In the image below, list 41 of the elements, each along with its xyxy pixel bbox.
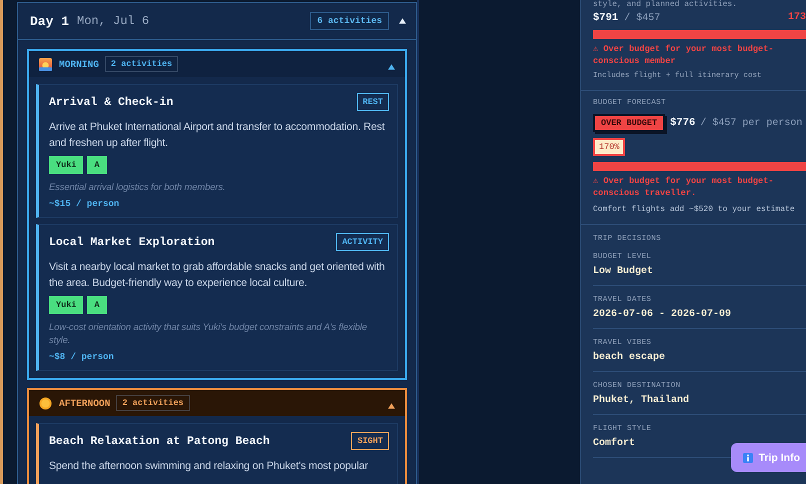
activity-title: Arrival & Check-in bbox=[49, 96, 174, 108]
member-tag: Yuki bbox=[49, 296, 84, 314]
forecast-cost: $776 bbox=[670, 117, 696, 129]
activity-type: SIGHT bbox=[351, 432, 389, 450]
decision-value: 2026-07-06 - 2026-07-09 bbox=[593, 309, 732, 320]
member-tag: A bbox=[87, 156, 107, 174]
period-label: MORNING bbox=[59, 58, 99, 70]
day-date: Mon, Jul 6 bbox=[77, 14, 150, 28]
activity-title: Local Market Exploration bbox=[49, 236, 215, 248]
day-title: Day 1 bbox=[30, 14, 70, 28]
total-cost: $791 bbox=[593, 12, 618, 24]
activity-cost: ~$8 / person bbox=[49, 352, 115, 362]
decision-value: Phuket, Thailand bbox=[593, 395, 690, 406]
activity-note: Essential arrival logistics for both members. bbox=[49, 180, 226, 193]
forecast-note: Comfort flights add ~$520 to your estimate bbox=[593, 205, 796, 214]
activity-count: 2 activities bbox=[104, 56, 178, 72]
intro-text: style, and planned activities. bbox=[593, 0, 738, 9]
forecast-budget: / $457 per person bbox=[700, 118, 802, 128]
activity-type: REST bbox=[356, 93, 389, 111]
status-badge: OVER BUDGET bbox=[593, 114, 666, 132]
budget-amount: / $457 bbox=[624, 13, 660, 24]
member-tag: Yuki bbox=[49, 156, 84, 174]
budget-percent: 173 bbox=[788, 12, 806, 24]
activity-description: Visit a nearby local market to grab affordable snacks and get oriented with the area. Budget-friendly way to experience local culture. bbox=[49, 260, 386, 291]
budget-warning: ⚠ Over budget for your most budget-conscious member bbox=[593, 43, 775, 67]
decision-value: beach escape bbox=[593, 352, 666, 363]
decision-value: Comfort bbox=[593, 438, 636, 449]
activity-note: Low-cost orientation activity that suits Yuki's budget constraints and A's flexible style. bbox=[49, 320, 368, 346]
activity-description: Arrive at Phuket International Airport and transfer to accommodation. Rest and freshen up after flight. bbox=[49, 120, 386, 151]
member-tag: A bbox=[87, 296, 107, 314]
forecast-warning: ⚠ Over budget for your most budget-conscious traveller. bbox=[593, 175, 775, 199]
activity-cost: ~$15 / person bbox=[49, 199, 120, 209]
activity-title: Beach Relaxation at Patong Beach bbox=[49, 434, 270, 448]
period-label: AFTERNOON bbox=[59, 398, 110, 408]
activity-description: Spend the afternoon swimming and relaxing on Phuket's most popular bbox=[49, 459, 369, 474]
forecast-percent: 170% bbox=[593, 138, 626, 156]
activity-count: 6 activities bbox=[310, 12, 389, 30]
decision-value: Low Budget bbox=[593, 266, 654, 277]
activity-type: ACTIVITY bbox=[336, 233, 389, 251]
activity-count: 2 activities bbox=[116, 395, 190, 411]
trip-info-button[interactable]: Trip Info bbox=[730, 443, 806, 472]
